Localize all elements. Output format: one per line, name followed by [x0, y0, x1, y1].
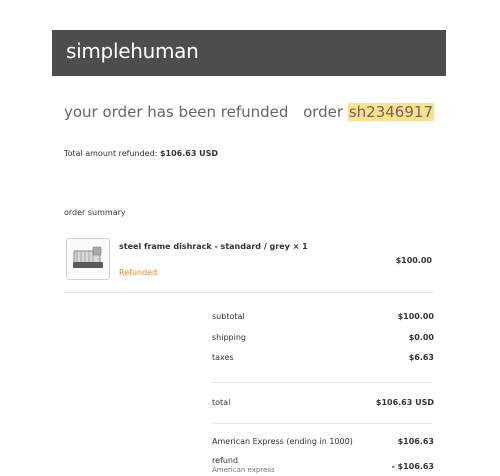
total-row: total $106.63 USD: [212, 398, 434, 410]
total-label: total: [212, 398, 231, 407]
divider: [212, 423, 432, 424]
item-status-badge: Refunded: [119, 268, 158, 277]
title-row: your order has been refunded order sh234…: [64, 103, 434, 125]
page-title: your order has been refunded: [64, 103, 289, 121]
order-summary-heading: order summary: [64, 208, 126, 217]
order-label: order: [303, 103, 344, 121]
brand-logo[interactable]: simplehuman: [66, 39, 199, 63]
order-reference: order sh2346917: [303, 103, 434, 121]
dishrack-icon: [73, 246, 103, 268]
refund-label: refund: [212, 456, 239, 465]
refund-method: American express: [212, 466, 275, 474]
total-value: $106.63 USD: [375, 398, 434, 407]
shipping-row: shipping $0.00: [212, 333, 434, 345]
refund-total-label: Total amount refunded:: [64, 149, 158, 158]
order-number: sh2346917: [347, 103, 434, 121]
taxes-label: taxes: [212, 353, 234, 362]
shipping-value: $0.00: [408, 333, 434, 342]
refund-label-group: refund American express: [212, 456, 275, 474]
item-price: $100.00: [395, 256, 432, 265]
line-item: steel frame dishrack - standard / grey ×…: [64, 236, 434, 286]
dishrack-product-image[interactable]: [66, 238, 110, 280]
subtotal-row: subtotal $100.00: [212, 312, 434, 324]
refund-total: Total amount refunded: $106.63 USD: [64, 149, 218, 158]
brand-header: simplehuman: [52, 30, 446, 76]
divider: [212, 382, 432, 383]
item-name: steel frame dishrack - standard / grey ×…: [119, 242, 308, 251]
refund-row: refund American express - $106.63: [212, 456, 434, 476]
subtotal-label: subtotal: [212, 312, 245, 321]
shipping-label: shipping: [212, 333, 246, 342]
payment-value: $106.63: [397, 437, 434, 446]
taxes-value: $6.63: [408, 353, 434, 362]
subtotal-value: $100.00: [397, 312, 434, 321]
refund-total-value: $106.63 USD: [159, 149, 219, 158]
refund-value: - $106.63: [391, 462, 434, 471]
payment-row: American Express (ending in 1000) $106.6…: [212, 437, 434, 449]
divider: [64, 292, 434, 293]
payment-label: American Express (ending in 1000): [212, 437, 353, 446]
taxes-row: taxes $6.63: [212, 353, 434, 365]
